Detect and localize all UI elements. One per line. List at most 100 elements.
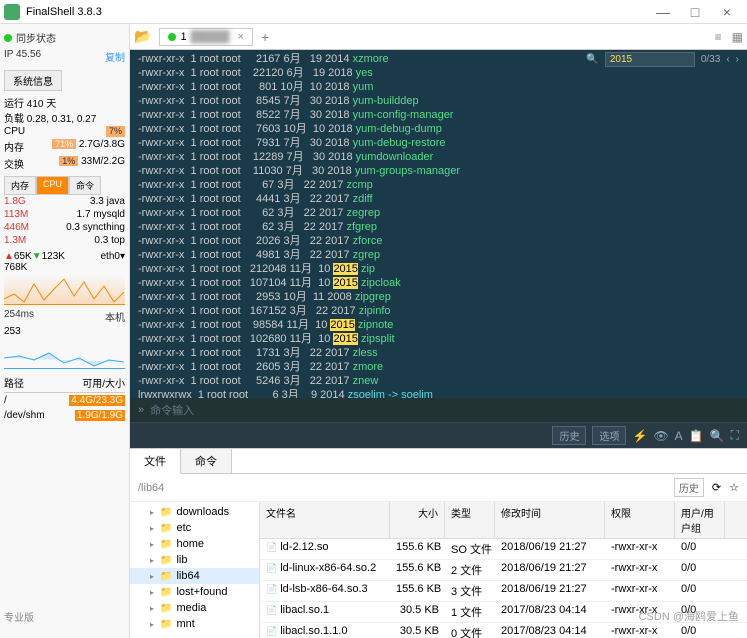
process-row[interactable]: 1.8G3.3 java [4, 195, 125, 208]
tree-item-lib64[interactable]: lib64 [130, 568, 259, 584]
tree-item-downloads[interactable]: downloads [130, 504, 259, 520]
tree-item-media[interactable]: media [130, 600, 259, 616]
process-row[interactable]: 113M1.7 mysqld [4, 208, 125, 221]
col-owner[interactable]: 用户/用户组 [675, 502, 725, 538]
terminal-line: -rwxr-xr-x 1 root root 801 10月 10 2018 y… [138, 80, 739, 94]
swap-label: 交换 [4, 156, 24, 171]
tab-mem[interactable]: 内存 [4, 176, 36, 195]
sync-status-label: 同步状态 [16, 34, 56, 45]
terminal-line: -rwxr-xr-x 1 root root 1731 3月 22 2017 z… [138, 346, 739, 360]
search-tool-icon[interactable]: 🔍 [710, 429, 725, 443]
clipboard-icon[interactable]: 📋 [689, 429, 704, 443]
folder-open-icon[interactable]: 📂 [134, 28, 151, 45]
grid-icon[interactable]: ▦ [732, 30, 743, 44]
maximize-button[interactable]: □ [679, 4, 711, 20]
tree-item-etc[interactable]: etc [130, 520, 259, 536]
search-prev-icon[interactable]: ‹ [726, 54, 729, 65]
cpu-value: 7% [106, 126, 125, 137]
expand-icon[interactable] [150, 554, 156, 566]
folder-icon [160, 618, 172, 630]
terminal-line: -rwxr-xr-x 1 root root 7603 10月 10 2018 … [138, 122, 739, 136]
expand-icon[interactable] [150, 602, 156, 614]
dropdown-icon[interactable]: ▾ [120, 251, 125, 262]
search-next-icon[interactable]: › [736, 54, 739, 65]
edition-label: 专业版 [4, 609, 34, 624]
command-toolbar: 历史 选项 ⚡ 👁 A 📋 🔍 ⛶ [130, 422, 747, 448]
history-button[interactable]: 历史 [552, 426, 586, 445]
net-up: 65K [14, 251, 32, 262]
copy-link[interactable]: 复制 [105, 49, 125, 64]
add-tab-button[interactable]: + [261, 29, 269, 45]
col-perm[interactable]: 权限 [605, 502, 675, 538]
col-type[interactable]: 类型 [445, 502, 495, 538]
command-input-bar[interactable]: » 命令输入 [130, 398, 747, 422]
expand-icon[interactable] [150, 570, 156, 582]
mem-pct: 71% [52, 139, 76, 149]
terminal-line: lrwxrwxrwx 1 root root 6 3月 9 2014 zsoel… [138, 388, 739, 398]
terminal-line: -rwxr-xr-x 1 root root 2605 3月 22 2017 z… [138, 360, 739, 374]
terminal-line: -rwxr-xr-x 1 root root 62 3月 22 2017 zfg… [138, 220, 739, 234]
terminal-line: -rwxr-xr-x 1 root root 212048 11月 10 201… [138, 262, 739, 276]
process-row[interactable]: 446M0.3 syncthing [4, 221, 125, 234]
expand-icon[interactable] [150, 538, 156, 550]
disk-row[interactable]: /dev/shm1.9G/1.9G [4, 408, 125, 423]
folder-icon [160, 506, 172, 518]
expand-icon[interactable] [150, 506, 156, 518]
tab-close-icon[interactable]: × [238, 31, 244, 43]
terminal-line: -rwxr-xr-x 1 root root 107104 11月 10 201… [138, 276, 739, 290]
terminal-line: -rwxr-xr-x 1 root root 4981 3月 22 2017 z… [138, 248, 739, 262]
disk-path-header: 路径 [4, 375, 24, 390]
lightning-icon[interactable]: ⚡ [632, 429, 647, 443]
minimize-button[interactable]: — [647, 4, 679, 20]
tab-cpu[interactable]: CPU [36, 176, 69, 195]
tab-cmd[interactable]: 命令 [69, 176, 101, 195]
app-title: FinalShell 3.8.3 [26, 6, 647, 18]
tab-file[interactable]: 文件 [130, 449, 181, 474]
col-size[interactable]: 大小 [390, 502, 445, 538]
folder-icon [160, 570, 172, 582]
tree-item-home[interactable]: home [130, 536, 259, 552]
folder-tree[interactable]: downloadsetchomeliblib64lost+foundmediam… [130, 502, 260, 638]
mem-used: 2.7G/3.8G [79, 139, 125, 150]
file-row[interactable]: ld-lsb-x86-64.so.3155.6 KB3 文件2018/06/19… [260, 581, 747, 602]
process-row[interactable]: 1.3M0.3 top [4, 234, 125, 247]
path-history-button[interactable]: 历史 [674, 478, 704, 497]
col-name[interactable]: 文件名 [260, 502, 390, 538]
net-if: eth0 [101, 251, 120, 262]
expand-icon[interactable] [150, 586, 156, 598]
bookmark-icon[interactable]: ☆ [729, 481, 739, 494]
file-row[interactable]: ld-linux-x86-64.so.2155.6 KB2 文件2018/06/… [260, 560, 747, 581]
menu-icon[interactable]: ≡ [715, 30, 722, 44]
expand-icon[interactable] [150, 522, 156, 534]
terminal-line: -rwxr-xr-x 1 root root 102680 11月 10 201… [138, 332, 739, 346]
tree-item-lost+found[interactable]: lost+found [130, 584, 259, 600]
expand-icon[interactable] [150, 618, 156, 630]
search-count: 0/33 [701, 54, 720, 65]
terminal-line: -rwxr-xr-x 1 root root 67 3月 22 2017 zcm… [138, 178, 739, 192]
disk-row[interactable]: /4.4G/23.3G [4, 393, 125, 408]
ping-sparkline [4, 339, 125, 369]
tab-command[interactable]: 命令 [181, 449, 232, 473]
terminal-line: -rwxr-xr-x 1 root root 5246 3月 22 2017 z… [138, 374, 739, 388]
expand-icon[interactable]: ⛶ [731, 428, 739, 443]
cmd-placeholder: 命令输入 [150, 402, 194, 418]
net-768k: 768K [4, 262, 125, 273]
net-down: 123K [42, 251, 65, 262]
eye-icon[interactable]: 👁 [653, 429, 668, 443]
close-button[interactable]: × [711, 4, 743, 20]
terminal-tab-1[interactable]: 1 █████ × [159, 28, 253, 46]
file-row[interactable]: libacl.so.1.1.030.5 KB0 文件2017/08/23 04:… [260, 623, 747, 638]
options-button[interactable]: 选项 [592, 426, 626, 445]
file-row[interactable]: ld-2.12.so155.6 KBSO 文件2018/06/19 21:27-… [260, 539, 747, 560]
sysinfo-button[interactable]: 系统信息 [4, 70, 62, 91]
path-input[interactable] [138, 482, 666, 494]
refresh-icon[interactable]: ⟳ [712, 481, 721, 494]
font-icon[interactable]: A [675, 429, 683, 443]
search-input[interactable] [605, 52, 695, 67]
uptime-label: 运行 410 天 [4, 95, 125, 110]
col-date[interactable]: 修改时间 [495, 502, 605, 538]
tree-item-lib[interactable]: lib [130, 552, 259, 568]
tree-item-mnt[interactable]: mnt [130, 616, 259, 632]
terminal-output[interactable]: 🔍 0/33 ‹ › -rwxr-xr-x 1 root root 2167 6… [130, 50, 747, 398]
net-sparkline [4, 275, 125, 305]
